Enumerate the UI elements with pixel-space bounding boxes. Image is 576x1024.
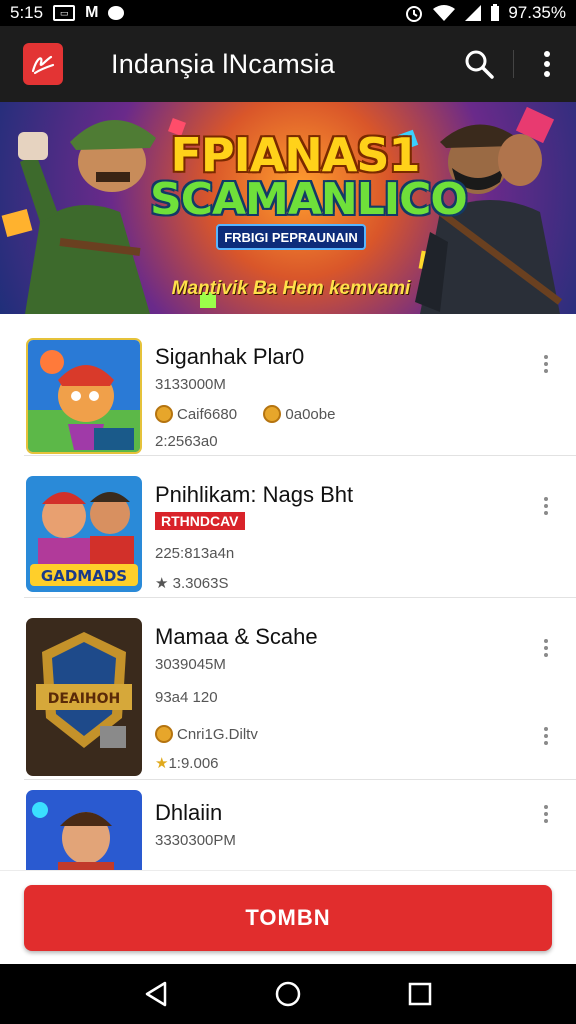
game-thumbnail	[26, 790, 142, 870]
search-icon	[465, 50, 494, 79]
bottom-action-area: TOMBN	[0, 870, 576, 964]
item-more-icon[interactable]	[534, 634, 558, 662]
item-more-icon[interactable]	[534, 800, 558, 828]
rating-value: 1:9.006	[168, 755, 219, 772]
recents-button[interactable]	[396, 970, 444, 1018]
app-bar-divider	[513, 50, 514, 78]
banner-subtitle: FRBIGI PEPRAUNAIN	[216, 224, 366, 250]
navigation-bar	[0, 964, 576, 1024]
item-more-icon[interactable]	[534, 722, 558, 750]
list-item[interactable]: Siganhak Plar0 3133000M Caif6680 0a0obe …	[24, 314, 576, 456]
app-bar: Indanşia lNcamsia	[0, 26, 576, 102]
signal-icon	[465, 5, 482, 21]
battery-icon	[491, 4, 500, 21]
banner-title-line1: FPIANAS1	[170, 128, 420, 182]
list-item[interactable]: DEAIHOH Mamaa & Scahe 3039045M 93a4 120 …	[24, 598, 576, 780]
coin-icon	[263, 405, 282, 423]
m-icon: M	[85, 4, 99, 21]
item-meta: 225:813a4n	[155, 545, 235, 562]
banner-title: FPIANAS1 SCAMANLICO	[150, 128, 468, 225]
banner-tagline: Mantivik Ba Hem kemvami	[171, 278, 411, 299]
item-stats: Cnri1G.Diltv	[155, 725, 258, 743]
search-button[interactable]	[449, 26, 509, 102]
item-title: Dhlaiin	[155, 800, 223, 825]
list-item[interactable]: Dhlaiin 3330300PM	[24, 780, 576, 870]
recents-icon	[408, 982, 432, 1006]
alarm-icon	[406, 6, 423, 22]
more-options-button[interactable]	[518, 26, 576, 102]
item-meta: 3039045M	[155, 656, 226, 673]
game-thumbnail	[26, 338, 142, 454]
item-title: Pnihlikam: Nags Bht	[155, 482, 354, 507]
coin-value: Caif6680	[177, 406, 238, 423]
item-rating: ★1:9.006	[155, 754, 219, 772]
coin-icon	[155, 725, 173, 743]
battery-percent: 97.35%	[508, 3, 566, 22]
wifi-icon	[433, 5, 456, 21]
item-more-icon[interactable]	[534, 350, 558, 378]
app-title: Indanşia lNcamsia	[111, 48, 336, 79]
banner-title-line2: SCAMANLICO	[150, 174, 468, 225]
home-button[interactable]	[264, 970, 312, 1018]
status-time: 5:15	[10, 3, 44, 22]
item-title: Siganhak Plar0	[155, 344, 305, 369]
back-button[interactable]	[132, 970, 180, 1018]
chat-bubble-icon	[108, 6, 125, 20]
game-thumbnail: GADMADS	[26, 476, 142, 592]
status-badge: RTHNDCAV	[155, 512, 245, 530]
svg-text:DEAIHOH: DEAIHOH	[48, 691, 121, 707]
item-meta: 2:2563a0	[155, 433, 218, 450]
gallery-icon: ▭	[53, 5, 76, 21]
promo-banner[interactable]: FPIANAS1 SCAMANLICO FRBIGI PEPRAUNAIN Ma…	[0, 102, 576, 314]
coin-value: Cnri1G.Diltv	[177, 726, 258, 743]
svg-text:GADMADS: GADMADS	[41, 567, 127, 585]
status-bar: 5:15 ▭ M 97.35%	[0, 0, 576, 26]
item-meta: 3133000M	[155, 376, 226, 393]
back-icon	[145, 981, 167, 1007]
item-meta: 93a4 120	[155, 689, 218, 706]
item-more-icon[interactable]	[534, 492, 558, 520]
more-vertical-icon	[544, 51, 550, 77]
home-icon	[275, 981, 301, 1007]
list-item[interactable]: GADMADS Pnihlikam: Nags Bht RTHNDCAV 225…	[24, 456, 576, 598]
primary-button[interactable]: TOMBN	[24, 885, 552, 951]
item-meta: 3330300PM	[155, 832, 236, 849]
item-stats: Caif6680 0a0obe	[155, 405, 335, 423]
item-title: Mamaa & Scahe	[155, 624, 318, 649]
game-list: Siganhak Plar0 3133000M Caif6680 0a0obe …	[0, 314, 576, 870]
game-thumbnail: DEAIHOH	[26, 618, 142, 776]
app-logo-icon[interactable]	[23, 43, 63, 85]
star-icon: ★	[155, 755, 169, 772]
coin-value: 0a0obe	[285, 406, 336, 423]
item-meta: ★ 3.3063S	[155, 575, 229, 592]
coin-icon	[155, 405, 173, 423]
